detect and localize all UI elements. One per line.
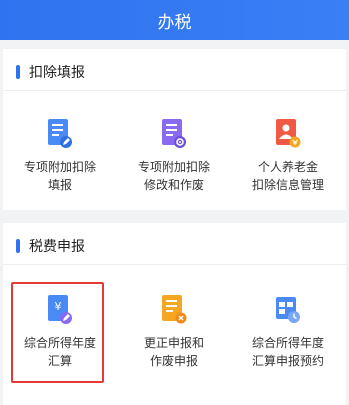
page-title: 办税 xyxy=(157,12,192,33)
section-deduction: 扣除填报 专项附加扣除 填报 专项附加扣除 修改和作废 个人养老金 扣除信息管理 xyxy=(3,49,346,210)
section-marker xyxy=(16,239,20,253)
document-gear-icon xyxy=(161,118,187,148)
item-label: 综合所得年度 汇算 xyxy=(23,336,96,368)
person-card-icon xyxy=(275,118,301,148)
item-special-deduction-modify[interactable]: 专项附加扣除 修改和作废 xyxy=(117,118,231,194)
item-label: 个人养老金 扣除信息管理 xyxy=(251,160,324,192)
document-edit-icon xyxy=(47,118,73,148)
svg-text:¥: ¥ xyxy=(55,300,62,313)
item-pension-deduction[interactable]: 个人养老金 扣除信息管理 xyxy=(231,118,345,194)
item-special-deduction-fill[interactable]: 专项附加扣除 填报 xyxy=(3,118,117,194)
divider xyxy=(3,90,346,91)
document-cancel-icon xyxy=(161,294,187,324)
section-title: 税费申报 xyxy=(16,236,85,256)
section-title: 扣除填报 xyxy=(16,62,85,82)
section-marker xyxy=(16,65,20,79)
item-settlement-appointment[interactable]: 综合所得年度 汇算申报预约 xyxy=(231,294,345,370)
item-label: 专项附加扣除 填报 xyxy=(23,160,96,192)
section-title-text: 税费申报 xyxy=(29,239,85,255)
item-label: 综合所得年度 汇算申报预约 xyxy=(251,336,324,368)
item-label: 专项附加扣除 修改和作废 xyxy=(137,160,210,192)
item-correct-cancel-filing[interactable]: 更正申报和 作废申报 xyxy=(117,294,231,370)
top-bar: 办税 xyxy=(0,0,349,40)
calendar-clock-icon xyxy=(275,294,301,324)
item-annual-settlement[interactable]: ¥ 综合所得年度 汇算 xyxy=(3,294,117,370)
divider xyxy=(3,264,346,265)
yuan-document-icon: ¥ xyxy=(47,294,73,324)
item-label: 更正申报和 作废申报 xyxy=(143,336,204,368)
section-title-text: 扣除填报 xyxy=(29,65,85,81)
section-tax-filing: 税费申报 ¥ 综合所得年度 汇算 更正申报和 作废申报 综合所得年度 汇算申报预… xyxy=(3,223,346,405)
